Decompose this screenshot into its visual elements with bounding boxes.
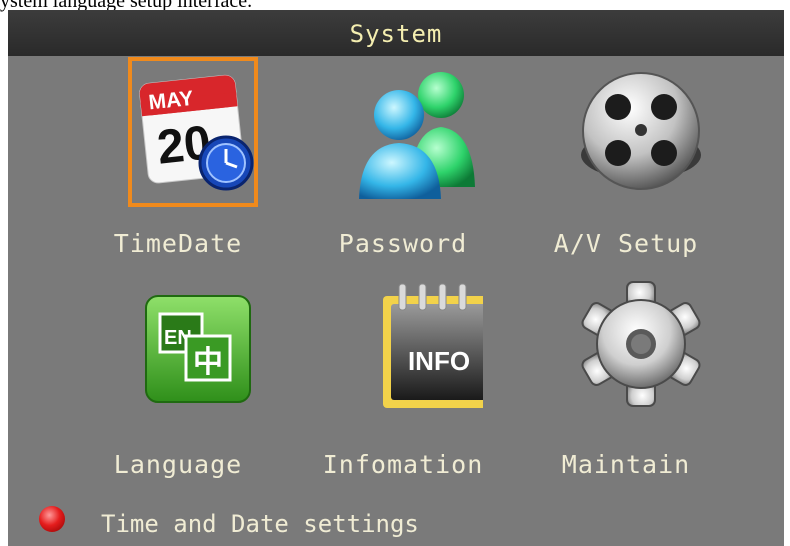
menu-item-label: Password	[338, 229, 468, 258]
menu-item-label: A/V Setup	[553, 229, 699, 258]
title-bar: System	[8, 10, 784, 56]
system-menu-screen: System MAY 20 TimeDate Password A/V Setu…	[8, 10, 784, 546]
menu-item-password[interactable]: Password	[303, 57, 503, 258]
calendar-clock-icon: MAY 20	[128, 57, 258, 207]
users-icon	[359, 72, 475, 199]
menu-item-label: Language	[113, 450, 243, 479]
menu-item-label: TimeDate	[113, 229, 243, 258]
calendar-month: MAY	[148, 87, 195, 115]
status-text: Time and Date settings	[101, 510, 419, 538]
language-zh-label: 中	[193, 345, 223, 380]
info-label: INFO	[408, 346, 470, 376]
status-bar: Time and Date settings	[33, 500, 733, 540]
menu-item-label: Maintain	[561, 450, 691, 479]
status-indicator-icon	[39, 506, 65, 532]
menu-item-timedate[interactable]: MAY 20 TimeDate	[78, 57, 278, 258]
menu-item-infomation[interactable]: INFO Infomation	[303, 272, 503, 479]
menu-item-av-setup[interactable]: A/V Setup	[526, 57, 726, 258]
window-title: System	[349, 20, 443, 48]
menu-item-language[interactable]: EN 中 Language	[78, 272, 278, 479]
menu-item-maintain[interactable]: Maintain	[526, 272, 726, 479]
language-en-zh-icon: EN 中	[145, 295, 251, 403]
info-notebook-icon: INFO	[383, 283, 483, 408]
menu-item-label: Infomation	[322, 450, 484, 479]
gear-icon	[581, 281, 701, 407]
film-reel-icon	[581, 72, 701, 190]
